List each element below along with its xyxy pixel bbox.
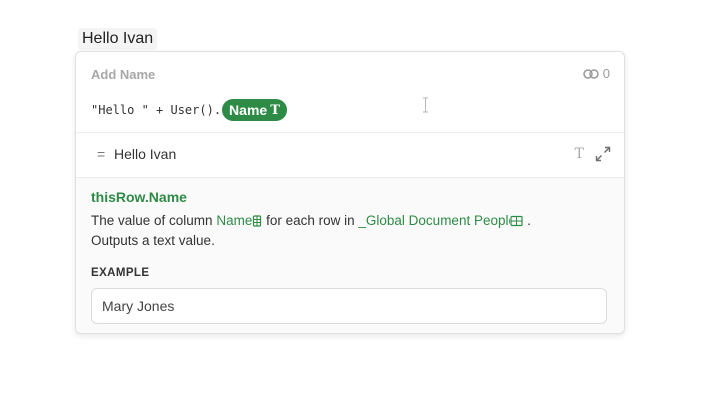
panel-title: Add Name <box>91 67 156 82</box>
help-desc-text: for each row in <box>262 213 359 228</box>
table-link[interactable]: _Global Document People <box>358 213 523 228</box>
formula-text: "Hello " + User(). <box>91 103 222 117</box>
expand-icon[interactable] <box>595 146 611 162</box>
reference-count-value: 0 <box>602 66 610 81</box>
example-value: Mary Jones <box>91 288 607 324</box>
help-section: thisRow.Name The value of column Name fo… <box>76 178 624 333</box>
column-link-label: Name <box>216 213 253 228</box>
formula-editor-panel: Add Name 0 "Hello " + User(). Name T = H… <box>75 51 625 334</box>
formula-input[interactable]: "Hello " + User(). Name T <box>91 98 609 122</box>
link-icon <box>583 68 599 79</box>
column-link[interactable]: Name <box>216 213 262 228</box>
reference-count[interactable]: 0 <box>583 66 610 81</box>
help-desc-text: The value of column <box>91 213 217 228</box>
help-desc-text: . <box>523 213 531 228</box>
canvas-formula-output[interactable]: Hello Ivan <box>78 28 158 50</box>
panel-header: Add Name 0 <box>76 52 624 100</box>
help-desc-line2: Outputs a text value. <box>91 233 215 248</box>
text-cursor-icon <box>423 97 428 113</box>
formula-result-value: Hello Ivan <box>114 146 177 162</box>
help-description: The value of column Name for each row in… <box>91 211 561 251</box>
table-icon <box>510 215 523 227</box>
equals-sign: = <box>97 146 106 162</box>
help-title: thisRow.Name <box>91 189 187 205</box>
text-type-icon: T <box>574 146 584 162</box>
table-link-label: _Global Document People <box>358 213 511 228</box>
column-chip-name[interactable]: Name T <box>222 99 287 121</box>
example-label: EXAMPLE <box>91 267 150 279</box>
column-chip-label: Name <box>229 102 268 118</box>
text-type-icon: T <box>270 102 280 118</box>
formula-result-row: = Hello Ivan T <box>76 133 624 177</box>
column-icon <box>253 215 262 227</box>
